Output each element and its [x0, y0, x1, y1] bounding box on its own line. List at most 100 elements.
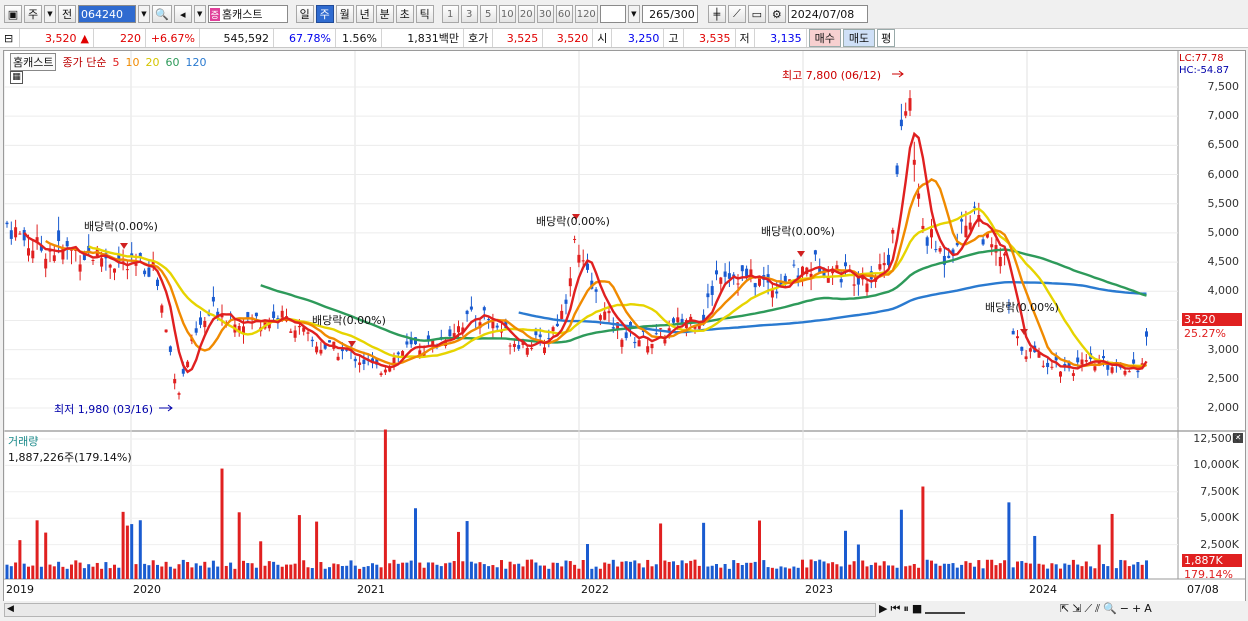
candle-body	[981, 239, 985, 245]
chart-area[interactable]: 홈캐스트 종가 단순 5 10 20 60 120 ▦ 최고 7,800 (06…	[3, 50, 1246, 602]
volume-bar	[766, 567, 770, 579]
stock-code-input[interactable]: 064240	[78, 5, 136, 23]
candle-body	[1093, 366, 1097, 371]
volume-bar	[379, 567, 383, 579]
volume-bar	[990, 559, 994, 579]
scroll-left-icon[interactable]: ◀	[7, 604, 14, 614]
font-icon[interactable]: A	[1144, 602, 1152, 616]
buy-button[interactable]: 매수	[808, 29, 841, 47]
horizontal-scrollbar[interactable]: ◀	[4, 603, 876, 617]
volume-bar	[887, 565, 890, 579]
volume-bar	[70, 564, 73, 579]
interval-20[interactable]: 20	[517, 5, 535, 23]
current-pct-tag: 25.27%	[1184, 327, 1226, 340]
volume-bar	[930, 560, 933, 579]
volume-bar	[934, 563, 938, 579]
interval-120[interactable]: 120	[574, 5, 598, 23]
volume-bar	[512, 564, 516, 579]
interval-custom-input[interactable]	[599, 5, 626, 23]
current-price-tag: 3,520	[1182, 313, 1242, 326]
play-icon[interactable]: ▶	[879, 602, 887, 616]
candle-body	[362, 359, 366, 364]
candle-body	[934, 249, 938, 251]
volume-bar	[1076, 564, 1080, 579]
prev-button[interactable]: 전	[58, 5, 76, 23]
channel-icon[interactable]: ⫽	[1095, 602, 1100, 616]
legend-stock-name[interactable]: 홈캐스트	[10, 53, 57, 71]
interval-10[interactable]: 10	[498, 5, 516, 23]
trendline-icon[interactable]: ⇱	[1060, 602, 1069, 616]
zoom-in-icon[interactable]: +	[1132, 602, 1141, 616]
code-dropdown-icon[interactable]: ▼	[138, 5, 150, 23]
period-week[interactable]: 주	[315, 5, 334, 23]
interval-60[interactable]: 60	[555, 5, 573, 23]
price-tick-label: 2,500	[1207, 371, 1240, 385]
volume-bar	[130, 524, 134, 579]
volume-bar	[672, 561, 675, 579]
period-minute[interactable]: 분	[375, 5, 394, 23]
interval-1[interactable]: 1	[441, 5, 459, 23]
save-icon[interactable]: ▭	[747, 5, 766, 23]
volume-bar	[809, 559, 813, 579]
stop-icon[interactable]: ■	[912, 602, 922, 616]
candle-body	[852, 284, 856, 286]
candle-body	[878, 264, 882, 270]
volume-bar	[775, 568, 779, 579]
ray-icon[interactable]: ⇲	[1072, 602, 1081, 616]
volume-bar	[487, 566, 491, 579]
interval-5[interactable]: 5	[479, 5, 497, 23]
volume-bar	[702, 522, 706, 579]
volume-bar	[715, 564, 718, 579]
zoom-out-icon[interactable]: −	[1120, 602, 1129, 616]
stock-name: 홈캐스트	[221, 8, 263, 21]
volume-bar	[431, 562, 435, 579]
volume-bar	[861, 560, 865, 579]
volume-bar	[319, 562, 323, 579]
volume-bar	[1140, 564, 1144, 579]
zoom-icon[interactable]: 🔍	[1103, 602, 1117, 616]
line-tool-icon[interactable]: ⟋	[727, 5, 746, 23]
rewind-icon[interactable]: ⏮	[890, 602, 900, 616]
legend-ma10: 10	[125, 55, 140, 69]
candle-body	[495, 325, 499, 328]
period-second[interactable]: 초	[395, 5, 414, 23]
candle-body	[379, 373, 383, 375]
volume-bar	[259, 541, 263, 579]
candle-body	[753, 283, 757, 288]
volume-bar	[448, 562, 452, 579]
chevron-down-icon[interactable]: ▼	[44, 5, 56, 23]
pause-icon[interactable]: ⏸	[903, 602, 909, 616]
current-price: 3,520 ▲	[20, 29, 94, 47]
speaker-icon[interactable]: ◂	[173, 5, 192, 23]
interval-30[interactable]: 30	[536, 5, 554, 23]
speaker-dropdown-icon[interactable]: ▼	[193, 5, 206, 23]
volume-bar	[237, 512, 241, 579]
date-field[interactable]: 2024/07/08	[787, 5, 868, 23]
period-day[interactable]: 일	[295, 5, 314, 23]
volume-tick-label: 7,500K	[1200, 484, 1239, 498]
volume-bar	[117, 567, 121, 579]
stock-name-field[interactable]: 증 홈캐스트	[207, 5, 288, 23]
candle-body	[973, 206, 976, 208]
count-field[interactable]: 265 /300	[641, 5, 698, 23]
zoom-slider[interactable]	[925, 602, 966, 614]
sell-button[interactable]: 매도	[842, 29, 876, 47]
period-year[interactable]: 년	[355, 5, 374, 23]
eval-button[interactable]: 평	[877, 29, 896, 47]
candle-body	[611, 327, 615, 329]
chart-menu-icon[interactable]: ▣	[4, 5, 22, 23]
legend-ma5: 5	[112, 55, 120, 69]
calculator-icon[interactable]: ▦	[10, 71, 23, 84]
period-type-select[interactable]: 주	[24, 5, 42, 23]
candle-body	[663, 339, 667, 344]
period-month[interactable]: 월	[335, 5, 354, 23]
gear-icon[interactable]: ⚙	[767, 5, 786, 23]
period-tick[interactable]: 틱	[415, 5, 434, 23]
interval-3[interactable]: 3	[460, 5, 478, 23]
interval-dropdown-icon[interactable]: ▼	[627, 5, 640, 23]
fibo-icon[interactable]: ⟋	[1084, 602, 1092, 616]
volume-bar	[620, 561, 624, 579]
search-icon[interactable]: 🔍	[152, 5, 172, 23]
candle-type-icon[interactable]: ╪	[707, 5, 726, 23]
info-toggle[interactable]: ⊟	[0, 29, 20, 47]
